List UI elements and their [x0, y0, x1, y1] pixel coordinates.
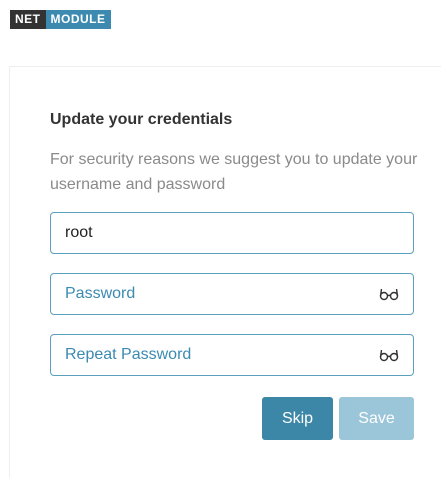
netmodule-logo: NET MODULE [10, 10, 111, 29]
form-title: Update your credentials [50, 111, 233, 128]
repeat-password-field-container [50, 334, 414, 376]
form-description: For security reasons we suggest you to u… [50, 151, 418, 193]
glasses-icon[interactable] [379, 348, 399, 362]
username-input[interactable] [65, 224, 399, 242]
repeat-password-input[interactable] [65, 346, 379, 364]
save-button[interactable]: Save [339, 397, 414, 440]
username-field-container [50, 212, 414, 254]
skip-button[interactable]: Skip [262, 397, 333, 440]
logo-module: MODULE [45, 10, 111, 29]
credentials-card: Update your credentials For security rea… [9, 66, 441, 478]
logo-net: NET [10, 10, 46, 29]
password-input[interactable] [65, 285, 379, 303]
glasses-icon[interactable] [379, 287, 399, 301]
password-field-container [50, 273, 414, 315]
